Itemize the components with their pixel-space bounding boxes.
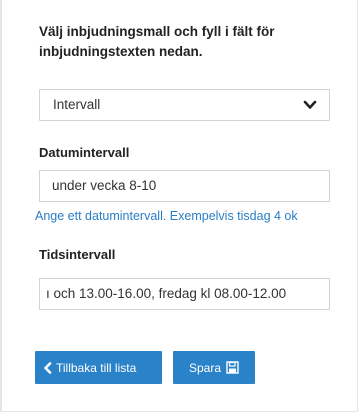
chevron-left-icon [44,361,52,374]
date-interval-value: under vecka 8-10 [52,178,157,193]
date-interval-label: Datumintervall [39,145,130,160]
template-select-value: Intervall [53,97,101,112]
chevron-down-icon [303,100,317,109]
back-to-list-button[interactable]: Tillbaka till lista [35,351,162,384]
intro-line-2: inbjudningstexten nedan. [39,44,203,59]
time-interval-input[interactable]: ı och 13.00-16.00, fredag kl 08.00-12.00 [39,278,330,310]
save-button-label: Spara [188,360,222,375]
intro-line-1: Välj inbjudningsmall och fyll i fält för [39,24,275,39]
invitation-form-panel: Välj inbjudningsmall och fyll i fält för… [0,0,358,412]
save-button[interactable]: Spara [173,351,255,384]
time-interval-value: ı och 13.00-16.00, fredag kl 08.00-12.00 [46,286,287,301]
time-interval-label: Tidsintervall [39,247,116,262]
date-interval-input[interactable]: under vecka 8-10 [39,170,330,202]
back-button-label: Tillbaka till lista [56,360,137,375]
form-intro: Välj inbjudningsmall och fyll i fält för… [39,22,339,62]
template-select[interactable]: Intervall [39,89,330,121]
date-interval-hint: Ange ett datumintervall. Exempelvis tisd… [35,209,298,223]
floppy-disk-icon [226,361,239,374]
